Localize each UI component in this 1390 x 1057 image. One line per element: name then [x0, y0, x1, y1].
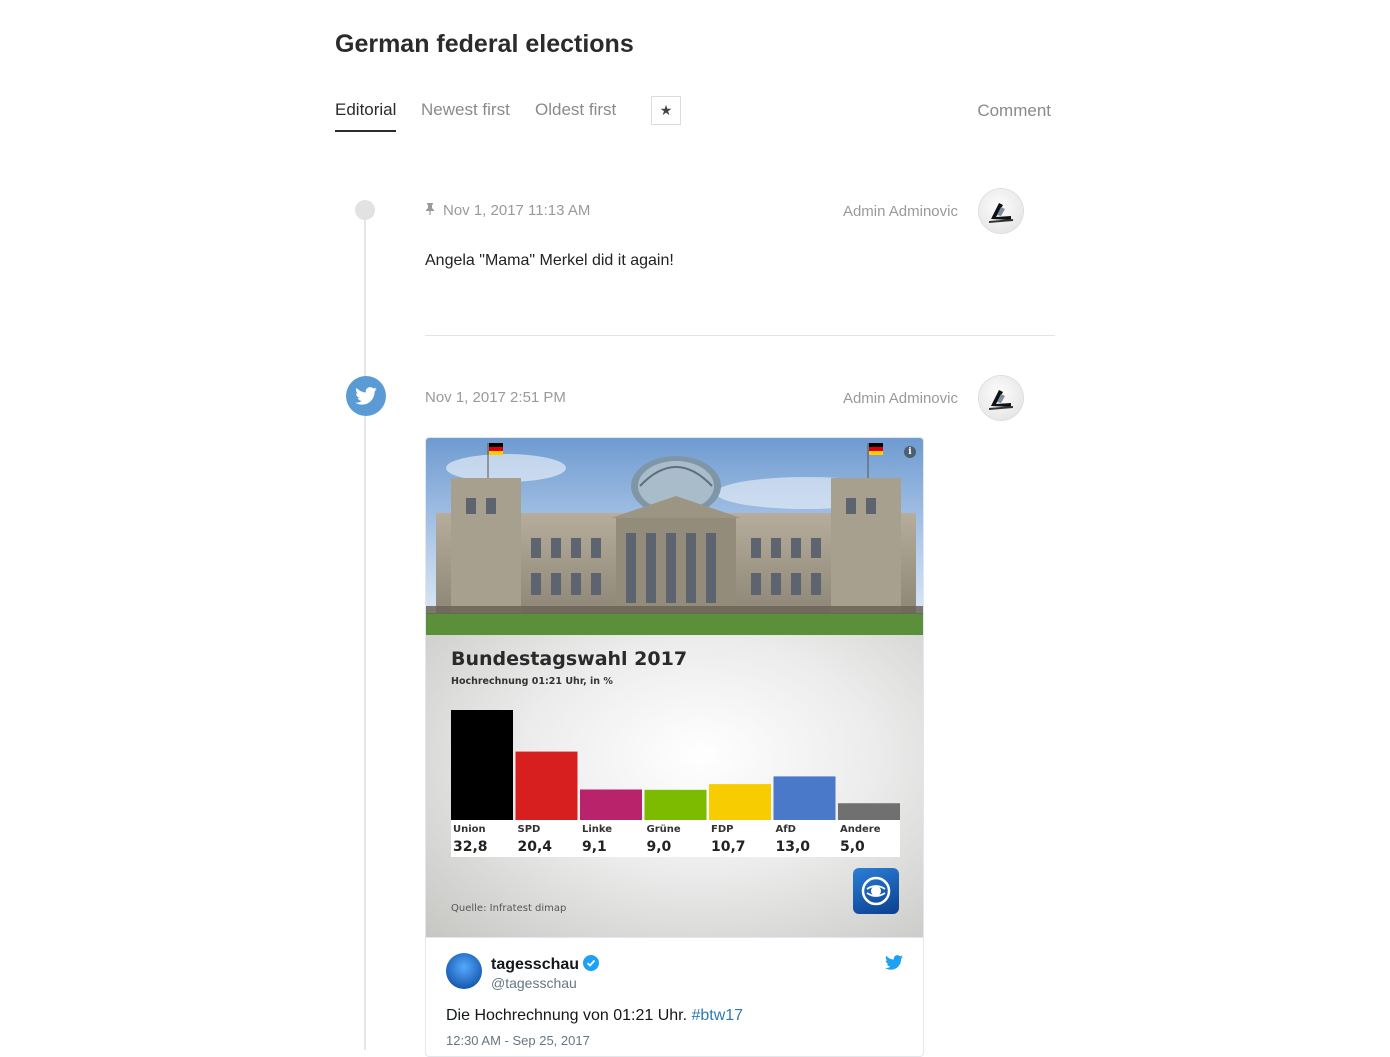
pin-icon — [425, 203, 435, 218]
tweet-date[interactable]: 12:30 AM - Sep 25, 2017 — [446, 1033, 590, 1048]
post-text: Angela "Mama" Merkel did it again! — [425, 252, 674, 269]
chart-bars: Union 32,8 SPD 20,4 Linke 9,1 Grüne 9,0 FDP 10,7 A… — [451, 710, 900, 857]
timeline-dot — [355, 200, 375, 220]
info-icon[interactable]: i — [904, 446, 916, 458]
chart-bar-union — [451, 710, 513, 820]
tweet-text: Die Hochrechnung von 01:21 Uhr. #btw17 — [446, 1007, 743, 1025]
chart-bar-fdp — [709, 784, 771, 820]
chart-bar-spd — [515, 751, 578, 820]
chart-value-label: 5,0 — [840, 839, 865, 855]
election-chart: Bundestagswahl 2017 Hochrechnung 01:21 U… — [426, 635, 923, 937]
tweet-text-body: Die Hochrechnung von 01:21 Uhr. — [446, 1007, 692, 1024]
tweet-hashtag[interactable]: #btw17 — [691, 1007, 743, 1024]
avatar[interactable] — [979, 189, 1023, 233]
post-divider — [425, 335, 1055, 336]
chart-category-label: AfD — [776, 824, 796, 835]
chart-bar-linke — [580, 789, 642, 820]
tab-editorial[interactable]: Editorial — [335, 100, 397, 132]
star-icon: ★ — [659, 102, 673, 118]
chart-source: Quelle: Infratest dimap — [451, 903, 567, 914]
verified-icon — [583, 955, 600, 971]
chart-value-label: 10,7 — [711, 839, 746, 855]
tweet-embed[interactable]: i Bundestagswahl 2017 Hochrechnung 01:21… — [425, 437, 924, 1057]
avatar[interactable] — [979, 376, 1023, 420]
chart-category-label: Andere — [840, 824, 881, 835]
post-meta: Nov 1, 2017 11:13 AM — [425, 202, 590, 219]
post-author[interactable]: Admin Adminovic — [800, 390, 958, 407]
tweet-body: tagesschau @tagesschau Die Hochrechnung … — [426, 937, 923, 1056]
timeline-line — [364, 210, 366, 1050]
chart-bar-andere — [838, 803, 900, 820]
reichstag-photo — [426, 438, 923, 635]
chart-category-label: Grüne — [647, 824, 681, 835]
post-timestamp: Nov 1, 2017 11:13 AM — [443, 202, 591, 219]
chart-value-label: 20,4 — [518, 839, 553, 855]
tweet-author-name: tagesschau — [491, 956, 580, 973]
twitter-bird-icon — [346, 376, 386, 416]
tweet-handle[interactable]: @tagesschau — [491, 975, 577, 991]
tweet-avatar[interactable] — [446, 953, 482, 989]
tweet-author[interactable]: tagesschau — [491, 955, 600, 974]
chart-bar-grüne — [644, 789, 707, 820]
tab-newest-first[interactable]: Newest first — [421, 100, 510, 130]
chart-category-label: Union — [453, 824, 486, 835]
chart-bar-afd — [773, 776, 836, 820]
post-timestamp: Nov 1, 2017 2:51 PM — [425, 389, 566, 406]
star-filter-button[interactable]: ★ — [651, 96, 681, 125]
chart-category-label: Linke — [582, 824, 612, 835]
comment-button[interactable]: Comment — [977, 101, 1051, 121]
chart-value-label: 32,8 — [453, 839, 488, 855]
page-title: German federal elections — [335, 30, 634, 58]
twitter-logo-icon[interactable] — [885, 955, 903, 975]
tab-bar: Editorial Newest first Oldest first ★ Co… — [335, 96, 1055, 132]
tagesschau-logo — [853, 868, 899, 914]
chart-value-label: 9,1 — [582, 839, 607, 855]
chart-category-label: FDP — [711, 824, 733, 835]
chart-category-label: SPD — [518, 824, 541, 835]
chart-value-label: 9,0 — [647, 839, 672, 855]
chart-value-label: 13,0 — [776, 839, 811, 855]
post-author[interactable]: Admin Adminovic — [800, 203, 958, 220]
tab-oldest-first[interactable]: Oldest first — [535, 100, 616, 130]
